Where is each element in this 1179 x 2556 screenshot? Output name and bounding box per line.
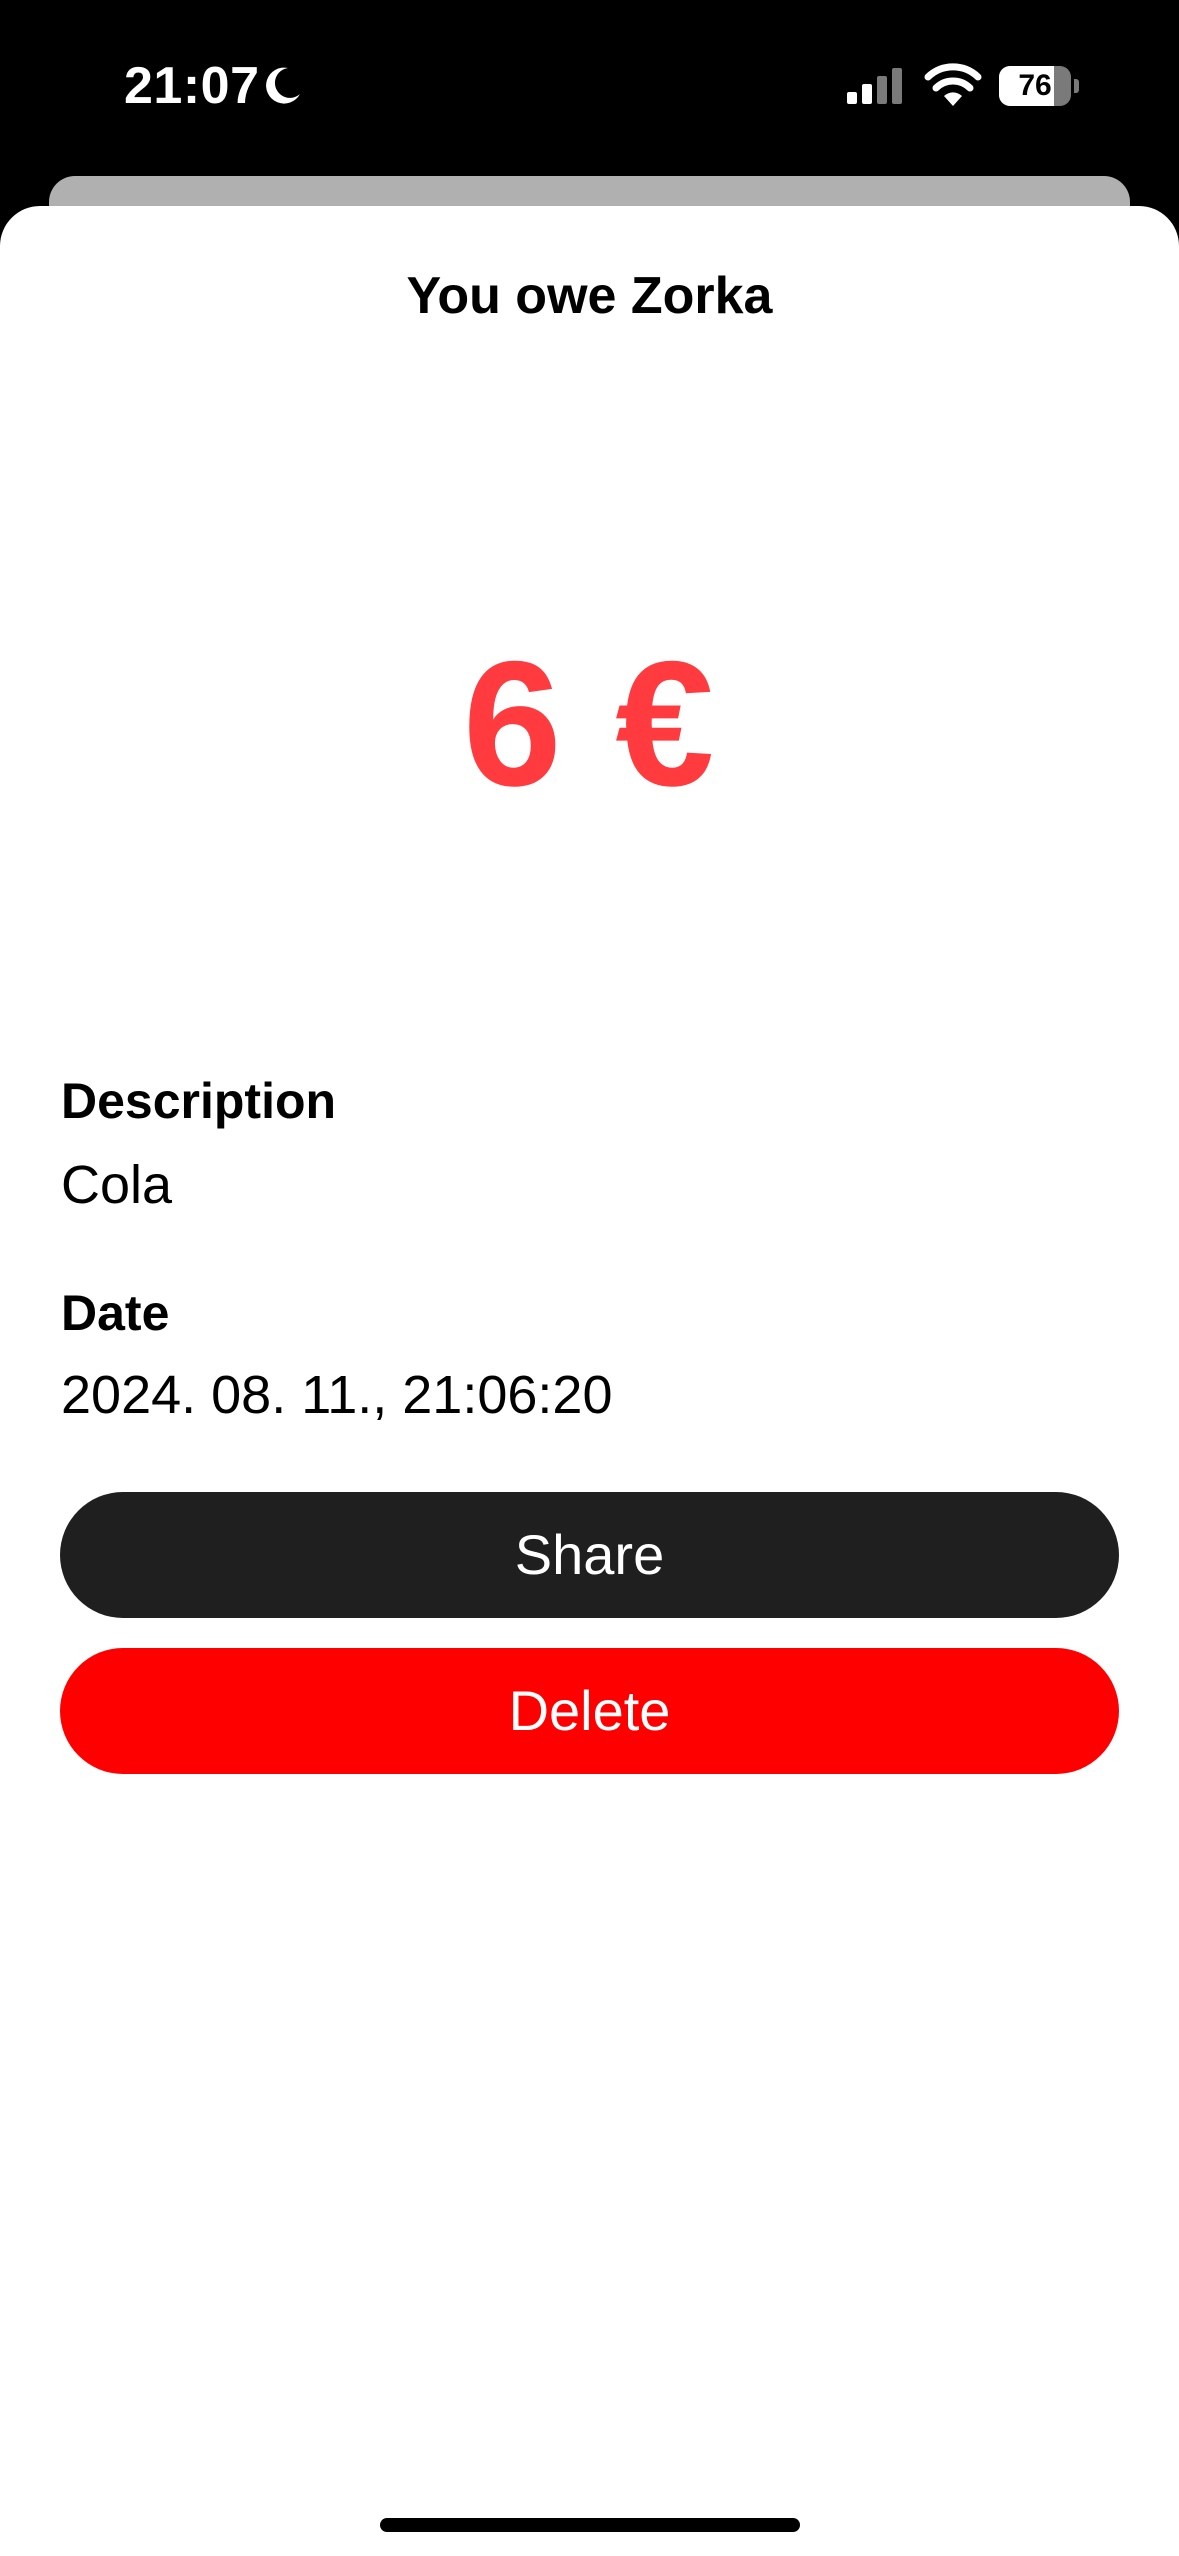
battery-icon: 76	[999, 66, 1079, 106]
date-label: Date	[61, 1285, 170, 1341]
amount: 6 €	[462, 624, 717, 823]
battery-level: 76	[1018, 69, 1052, 102]
date-value: 2024. 08. 11., 21:06:20	[61, 1365, 613, 1425]
home-indicator[interactable]	[380, 2518, 800, 2532]
description-label: Description	[61, 1073, 337, 1129]
status-time: 21:07	[124, 57, 260, 115]
delete-button[interactable]: Delete	[60, 1648, 1119, 1774]
sheet-title: You owe Zorka	[406, 267, 773, 325]
battery-body: 76	[999, 66, 1071, 106]
moon-icon	[266, 67, 300, 104]
share-button[interactable]: Share	[60, 1492, 1119, 1618]
detail-sheet: You owe Zorka 6 € Description Cola Date …	[0, 206, 1179, 2556]
battery-tip	[1074, 79, 1079, 93]
wifi-icon	[924, 63, 982, 106]
signal-icon	[847, 68, 902, 104]
description-value: Cola	[61, 1155, 173, 1215]
status-bar: 21:07 76	[0, 0, 1179, 172]
screen: 21:07 76 You owe Zorka 6 € Description C…	[0, 0, 1179, 2556]
